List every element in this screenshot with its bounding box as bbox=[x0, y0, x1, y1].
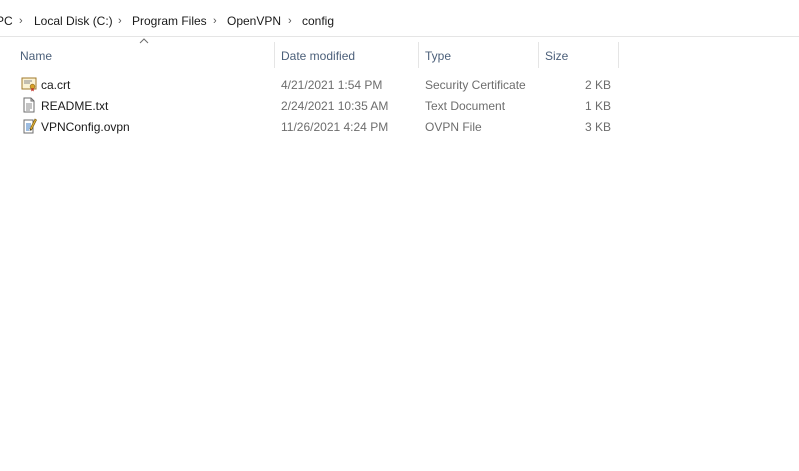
ovpn-file-icon bbox=[23, 118, 37, 134]
column-header-name[interactable]: Name bbox=[20, 48, 52, 64]
file-name[interactable]: VPNConfig.ovpn bbox=[41, 119, 130, 135]
address-bar[interactable]: PC › Local Disk (C:) › Program Files › O… bbox=[0, 0, 799, 37]
file-name[interactable]: README.txt bbox=[41, 98, 108, 114]
file-date-modified: 4/21/2021 1:54 PM bbox=[281, 78, 383, 92]
breadcrumb-openvpn[interactable]: OpenVPN bbox=[227, 13, 281, 29]
file-type: OVPN File bbox=[425, 120, 482, 134]
column-divider[interactable] bbox=[274, 42, 275, 68]
breadcrumb-pc[interactable]: PC bbox=[0, 13, 13, 29]
file-date-modified: 2/24/2021 10:35 AM bbox=[281, 99, 389, 113]
column-header-size[interactable]: Size bbox=[545, 48, 568, 64]
file-size: 3 KB bbox=[584, 120, 611, 134]
file-row[interactable]: ca.crt 4/21/2021 1:54 PM Security Certif… bbox=[14, 74, 620, 95]
file-size: 1 KB bbox=[584, 99, 611, 113]
file-row[interactable]: VPNConfig.ovpn 11/26/2021 4:24 PM OVPN F… bbox=[14, 116, 620, 137]
file-type: Text Document bbox=[425, 99, 506, 113]
text-document-icon bbox=[23, 97, 35, 113]
file-name[interactable]: ca.crt bbox=[41, 77, 70, 93]
file-row[interactable]: README.txt 2/24/2021 10:35 AM Text Docum… bbox=[14, 95, 620, 116]
sort-ascending-icon bbox=[139, 38, 149, 44]
chevron-right-icon[interactable]: › bbox=[213, 13, 217, 29]
column-header-type[interactable]: Type bbox=[425, 48, 451, 64]
chevron-right-icon[interactable]: › bbox=[288, 13, 292, 29]
file-date-modified: 11/26/2021 4:24 PM bbox=[281, 120, 389, 134]
certificate-icon bbox=[21, 77, 37, 92]
breadcrumb-local-disk[interactable]: Local Disk (C:) bbox=[34, 13, 113, 29]
file-size: 2 KB bbox=[584, 78, 611, 92]
file-type: Security Certificate bbox=[425, 78, 526, 92]
column-divider[interactable] bbox=[418, 42, 419, 68]
breadcrumb-program-files[interactable]: Program Files bbox=[132, 13, 207, 29]
column-header-date-modified[interactable]: Date modified bbox=[281, 48, 355, 64]
chevron-right-icon[interactable]: › bbox=[118, 13, 122, 29]
breadcrumb-config[interactable]: config bbox=[302, 13, 334, 29]
column-divider[interactable] bbox=[618, 42, 619, 68]
column-divider[interactable] bbox=[538, 42, 539, 68]
chevron-right-icon[interactable]: › bbox=[19, 13, 23, 29]
